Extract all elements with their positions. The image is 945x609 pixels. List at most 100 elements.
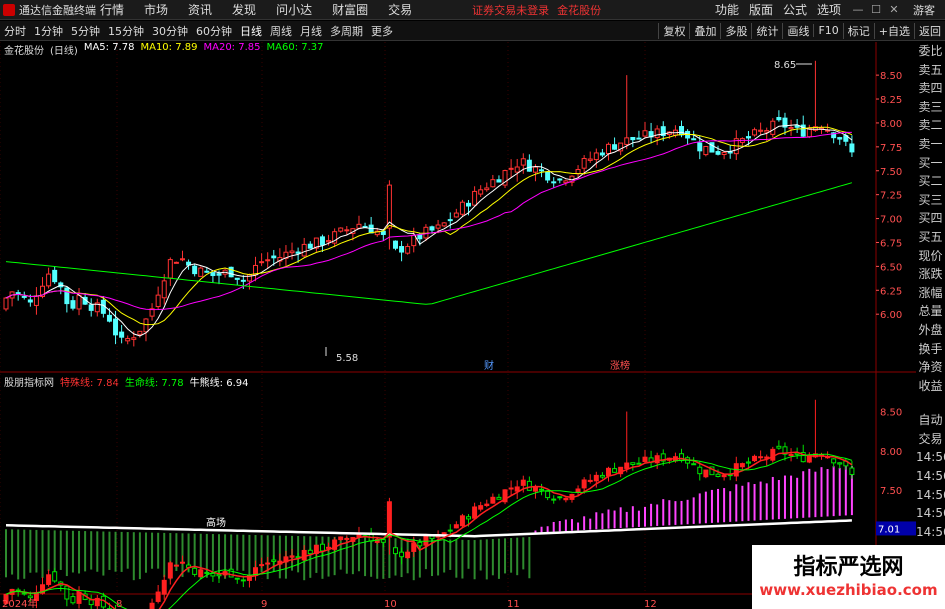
- tab-period-10[interactable]: 更多: [371, 23, 393, 39]
- indicator-candle-body: [532, 486, 538, 492]
- candle-body: [447, 219, 453, 222]
- minimize-icon[interactable]: —: [851, 3, 865, 17]
- candle-body: [764, 130, 770, 133]
- candle-body: [727, 151, 733, 154]
- menu-item-5[interactable]: 财富圈: [332, 1, 368, 18]
- tab-period-9[interactable]: 多周期: [330, 23, 363, 39]
- indicator-candle-body: [204, 571, 210, 574]
- candle-body: [173, 261, 179, 264]
- app-name: 通达信金融终端: [19, 3, 96, 17]
- candle-body: [435, 224, 441, 229]
- candle-body: [167, 259, 173, 279]
- candle-body: [624, 137, 630, 145]
- tab-period-3[interactable]: 15分钟: [108, 23, 144, 39]
- candle-body: [630, 136, 636, 141]
- indicator-candle-body: [234, 577, 240, 580]
- candle-body: [612, 144, 618, 150]
- tool-button-4[interactable]: 画线: [782, 22, 809, 39]
- indicator-candle-body: [326, 546, 332, 549]
- candle-body: [271, 255, 277, 259]
- sidebar-item-1: 卖五: [918, 62, 943, 77]
- indicator-candle-body: [399, 551, 405, 558]
- stock-notice[interactable]: 金花股份: [557, 2, 601, 18]
- candle-body: [514, 166, 520, 173]
- menu-item-6[interactable]: 交易: [388, 1, 412, 18]
- tab-period-7[interactable]: 周线: [270, 23, 292, 39]
- indicator-candle-body: [745, 461, 751, 464]
- tool-button-3[interactable]: 统计: [751, 22, 778, 39]
- indicator-candle-body: [210, 573, 216, 577]
- candle-body: [52, 269, 58, 283]
- indicator-candle-body: [338, 536, 344, 541]
- indicator-candle-body: [557, 496, 563, 499]
- candle-body: [3, 297, 9, 310]
- candle-body: [392, 240, 398, 249]
- candle-body: [636, 137, 642, 140]
- menu-item-1[interactable]: 市场: [144, 1, 168, 18]
- close-icon[interactable]: ✕: [887, 3, 901, 17]
- candle-body: [837, 137, 843, 140]
- sidebar-lower-6: 14:56: [916, 524, 945, 539]
- right-menu-item-0[interactable]: 功能: [715, 1, 739, 18]
- tool-button-0[interactable]: 复权: [658, 22, 685, 39]
- sidebar-item-14: 总量: [918, 304, 943, 319]
- ma10-line: [5, 126, 853, 326]
- ma60-line: [5, 182, 853, 305]
- candle-body: [210, 272, 216, 277]
- indicator-candle-body: [752, 455, 758, 462]
- menu-item-3[interactable]: 发现: [232, 1, 256, 18]
- tab-period-6[interactable]: 日线: [240, 23, 262, 39]
- indicator-candle-body: [599, 474, 605, 478]
- tool-button-2[interactable]: 多股: [720, 22, 747, 39]
- candle-body: [721, 151, 727, 155]
- candle-body: [356, 223, 362, 229]
- candle-body: [88, 304, 94, 311]
- price-tick-label: 8.00: [880, 119, 902, 130]
- indicator-candle-body: [587, 479, 593, 483]
- right-menu-item-3[interactable]: 选项: [817, 1, 841, 18]
- price-tick-label: 6.75: [880, 238, 902, 249]
- indicator-candle-body: [319, 543, 325, 552]
- candle-body: [697, 142, 703, 152]
- tool-button-8[interactable]: 返回: [914, 22, 941, 39]
- tab-period-8[interactable]: 月线: [300, 23, 322, 39]
- tab-period-5[interactable]: 60分钟: [196, 23, 232, 39]
- tab-period-2[interactable]: 5分钟: [71, 23, 100, 39]
- indicator-candle-body: [770, 448, 776, 461]
- candle-body: [228, 266, 234, 278]
- indicator-candle-body: [539, 488, 545, 491]
- indicator-candle-body: [496, 496, 502, 500]
- maximize-icon[interactable]: ☐: [869, 3, 883, 17]
- indicator-candle-body: [192, 567, 198, 575]
- indicator-candle-body: [88, 599, 94, 606]
- indicator-candle-body: [739, 463, 745, 468]
- price-tick-label: 6.25: [880, 286, 902, 297]
- tool-button-5[interactable]: F10: [813, 24, 839, 37]
- guest-label[interactable]: 游客: [913, 2, 935, 18]
- kline-chart[interactable]: 8.50 8.25 8.00 7.75 7.50 7.25 7.00 6.75 6.50 6.25…: [0, 42, 916, 609]
- tool-button-7[interactable]: +自选: [873, 22, 910, 39]
- candle-body: [70, 300, 76, 309]
- period-tabs: 分时 1分钟 5分钟 15分钟 30分钟 60分钟 日线 周线 月线 多周期 更多: [0, 23, 401, 39]
- tab-period-1[interactable]: 1分钟: [34, 23, 63, 39]
- right-menu-item-2[interactable]: 公式: [783, 1, 807, 18]
- tab-period-4[interactable]: 30分钟: [152, 23, 188, 39]
- right-menu-item-1[interactable]: 版面: [749, 1, 773, 18]
- menu-item-2[interactable]: 资讯: [188, 1, 212, 18]
- indicator-candle-body: [545, 490, 551, 499]
- indicator-candle-body: [478, 505, 484, 510]
- tool-button-1[interactable]: 叠加: [689, 22, 716, 39]
- sidebar-item-18: 收益: [918, 378, 943, 393]
- login-notice[interactable]: 证券交易未登录: [472, 2, 549, 18]
- tab-period-0[interactable]: 分时: [4, 23, 26, 39]
- candle-body: [605, 143, 611, 155]
- watermark-url: www.xuezhibiao.com: [759, 581, 938, 599]
- menu-item-4[interactable]: 问小达: [276, 1, 312, 18]
- menu-item-0[interactable]: 行情: [100, 1, 124, 18]
- candle-body: [508, 167, 514, 170]
- indicator-candle-body: [642, 456, 648, 463]
- candle-body: [21, 295, 27, 298]
- sidebar-item-11: 现价: [918, 248, 943, 263]
- indicator-candle-body: [691, 463, 697, 466]
- tool-button-6[interactable]: 标记: [842, 22, 870, 39]
